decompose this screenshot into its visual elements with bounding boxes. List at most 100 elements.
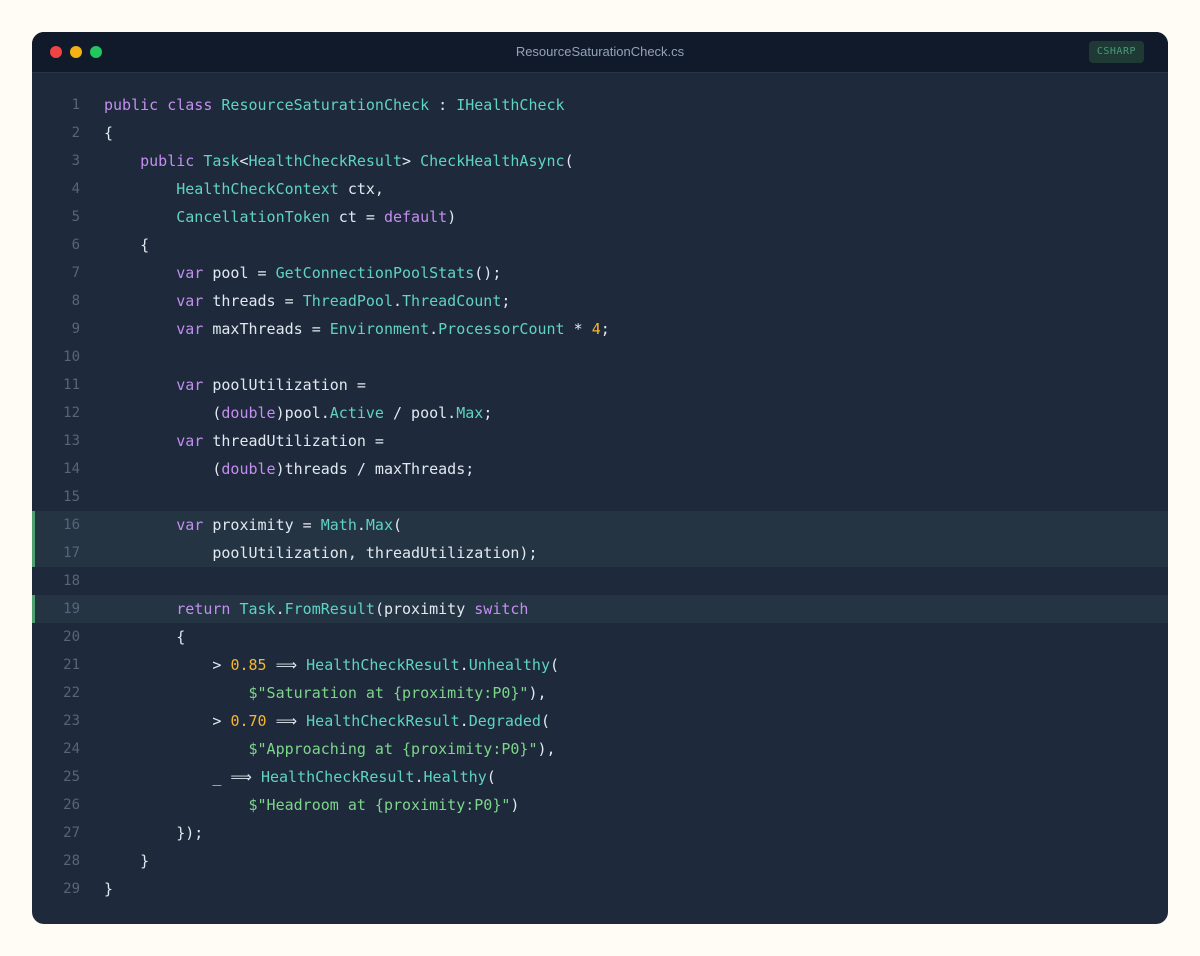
code-token: Healthy [423,768,487,786]
code-line[interactable]: 18 [32,567,1168,595]
code-line[interactable]: 3 public Task<HealthCheckResult> CheckHe… [32,147,1168,175]
code-line[interactable]: 21 > 0.85 ⟹ HealthCheckResult.Unhealthy( [32,651,1168,679]
code-token: . [393,292,403,310]
code-line[interactable]: 2{ [32,119,1168,147]
line-number: 12 [63,405,80,421]
code-token: }); [104,824,204,842]
code-token: pool = [203,264,276,282]
code-token: poolUtilization, threadUtilization); [104,544,538,562]
code-line[interactable]: 23 > 0.70 ⟹ HealthCheckResult.Degraded( [32,707,1168,735]
code-line[interactable]: 6 { [32,231,1168,259]
line-source: > 0.85 ⟹ HealthCheckResult.Unhealthy( [104,651,559,679]
code-token: Task [203,152,240,170]
code-token: { [104,628,186,646]
code-token: . [459,712,469,730]
code-line[interactable]: 25 _ ⟹ HealthCheckResult.Healthy( [32,763,1168,791]
line-number: 18 [63,573,80,589]
code-token: ( [486,768,496,786]
code-token: IHealthCheck [456,96,565,114]
code-line[interactable]: 28 } [32,847,1168,875]
code-token: class [167,96,213,114]
line-source: > 0.70 ⟹ HealthCheckResult.Degraded( [104,707,550,735]
line-number: 6 [71,237,80,253]
line-source: } [104,847,149,875]
code-token: > [104,656,231,674]
code-line[interactable]: 27 }); [32,819,1168,847]
code-token: ) [510,796,520,814]
line-source: return Task.FromResult(proximity switch [104,595,528,623]
code-token: CancellationToken [176,208,330,226]
code-line[interactable]: 29} [32,875,1168,903]
code-line[interactable]: 24 $"Approaching at {proximity:P0}"), [32,735,1168,763]
code-line[interactable]: 4 HealthCheckContext ctx, [32,175,1168,203]
line-number: 9 [71,321,80,337]
code-editor[interactable]: 1 public class ResourceSaturationCheck : … [32,91,1168,903]
code-line[interactable]: 7 var pool = GetConnectionPoolStats(); [32,259,1168,287]
code-token: ), [537,740,556,758]
code-line[interactable]: 26 $"Headroom at {proximity:P0}") [32,791,1168,819]
code-line[interactable]: 17 poolUtilization, threadUtilization); [32,539,1168,567]
code-token: ⟹ [266,712,307,730]
line-number: 8 [71,293,80,309]
code-line[interactable]: 22 $"Saturation at {proximity:P0}"), [32,679,1168,707]
code-line[interactable]: 1 public class ResourceSaturationCheck : … [32,91,1168,119]
code-token: FromResult [284,600,375,618]
code-line[interactable]: 9 var maxThreads = Environment.Processor… [32,315,1168,343]
code-line[interactable]: 19 return Task.FromResult(proximity swit… [32,595,1168,623]
code-line[interactable]: 20 { [32,623,1168,651]
code-token: HealthCheckResult [260,768,415,786]
code-token: (proximity [374,600,475,618]
code-token: var [176,376,204,394]
line-number: 10 [63,349,80,365]
code-token: $"Approaching at {proximity:P0}" [248,740,538,758]
code-token: < [239,152,249,170]
code-token: HealthCheckResult [306,712,460,730]
title-bar: ResourceSaturationCheck.cs CSHARP [32,32,1168,73]
code-line[interactable]: 5 CancellationToken ct = default) [32,203,1168,231]
code-token: . [414,768,424,786]
line-number: 25 [63,769,80,785]
code-token: > [104,712,231,730]
code-token: Task [239,600,276,618]
code-token: 0.85 [230,656,267,674]
line-number: 26 [63,797,80,813]
line-number: 13 [63,433,80,449]
line-number: 11 [63,377,80,393]
code-token: ctx, [338,180,384,198]
code-line[interactable]: 14 (double)threads / maxThreads; [32,455,1168,483]
code-token: var [176,264,204,282]
code-token: var [176,516,204,534]
line-source: var proximity = Math.Max( [104,511,402,539]
line-number: 22 [63,685,80,701]
line-source: HealthCheckContext ctx, [104,175,384,203]
line-number: 15 [63,489,80,505]
code-token: HealthCheckContext [176,180,339,198]
code-token: . [429,320,439,338]
code-line[interactable]: 12 (double)pool.Active / pool.Max; [32,399,1168,427]
line-number: 27 [63,825,80,841]
line-source: var threadUtilization = [104,427,384,455]
line-number: 14 [63,461,80,477]
line-number: 16 [63,517,80,533]
code-window: ResourceSaturationCheck.cs CSHARP 1 publi… [32,32,1168,924]
file-name: ResourceSaturationCheck.cs [515,44,685,59]
line-source: _ ⟹ HealthCheckResult.Healthy( [104,763,496,791]
code-token: proximity = [203,516,321,534]
line-number: 24 [63,741,80,757]
code-line[interactable]: 15 [32,483,1168,511]
code-token: 4 [591,320,601,338]
code-token: ; [600,320,610,338]
code-token: { [104,236,150,254]
code-line[interactable]: 13 var threadUtilization = [32,427,1168,455]
code-token: Max [456,404,484,422]
code-token: maxThreads = [203,320,330,338]
code-line[interactable]: 10 [32,343,1168,371]
line-source: $"Approaching at {proximity:P0}"), [104,735,556,763]
code-line[interactable]: 11 var poolUtilization = [32,371,1168,399]
code-token: ( [564,152,574,170]
code-line[interactable]: 16 var proximity = Math.Max( [32,511,1168,539]
code-line[interactable]: 8 var threads = ThreadPool.ThreadCount; [32,287,1168,315]
code-token: ; [501,292,511,310]
